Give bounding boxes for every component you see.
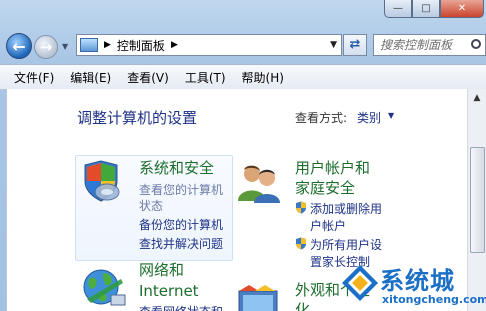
search-icon[interactable] — [471, 39, 481, 49]
page-title: 调整计算机的设置 — [77, 109, 198, 127]
uac-shield-icon — [296, 237, 306, 250]
view-by-dropdown[interactable]: 类别 — [357, 109, 381, 126]
category-appearance-line2[interactable]: 化 — [295, 301, 310, 311]
menu-bar: 文件(F) 编辑(E) 查看(V) 工具(T) 帮助(H) — [0, 64, 486, 90]
caption-buttons: — □ ✕ — [384, 0, 484, 18]
link-view-computer-status-cont[interactable]: 状态 — [139, 197, 163, 214]
control-panel-window: — □ ✕ ← → ▼ ▶ 控制面板 ▶ ▼ ⇄ 文件(F) 编辑(E) 查看(… — [0, 0, 486, 311]
scroll-up-icon[interactable]: ▲ — [470, 91, 484, 105]
watermark-title: 系统城 — [380, 267, 455, 295]
control-panel-icon — [80, 38, 98, 52]
category-network-line2[interactable]: Internet — [139, 282, 199, 301]
breadcrumb-chevron-icon[interactable]: ▶ — [171, 40, 178, 50]
menu-help[interactable]: 帮助(H) — [234, 69, 292, 86]
security-shield-icon[interactable] — [81, 159, 121, 203]
category-system-security[interactable]: 系统和安全 — [139, 159, 214, 178]
watermark-url: xitongcheng.com — [382, 293, 486, 306]
watermark-logo-icon — [342, 265, 378, 301]
menu-tools[interactable]: 工具(T) — [177, 69, 234, 86]
minimize-button[interactable]: — — [384, 0, 412, 18]
link-view-computer-status[interactable]: 查看您的计算机 — [139, 181, 223, 198]
link-add-remove-accounts-cont[interactable]: 户帐户 — [310, 217, 346, 234]
maximize-button[interactable]: □ — [412, 0, 440, 18]
navigation-bar: ← → ▼ ▶ 控制面板 ▶ ▼ ⇄ — [0, 30, 486, 62]
breadcrumb-control-panel[interactable]: 控制面板 — [117, 37, 165, 54]
link-troubleshoot[interactable]: 查找并解决问题 — [139, 235, 223, 252]
menu-edit[interactable]: 编辑(E) — [62, 69, 119, 86]
forward-button[interactable]: → — [34, 35, 58, 59]
link-view-network-status[interactable]: 查看网络状态和 — [139, 303, 223, 311]
view-by-chevron-icon[interactable]: ▼ — [388, 111, 394, 120]
link-parental-controls[interactable]: 为所有用户设 — [310, 236, 382, 253]
address-dropdown-icon[interactable]: ▼ — [330, 40, 337, 50]
address-bar[interactable]: ▶ 控制面板 ▶ ▼ — [76, 34, 342, 56]
link-add-remove-accounts[interactable]: 添加或删除用 — [310, 200, 382, 217]
history-dropdown-icon[interactable]: ▼ — [62, 42, 68, 51]
view-by-label: 查看方式: — [295, 111, 348, 125]
breadcrumb-separator-icon[interactable]: ▶ — [104, 40, 111, 50]
category-user-accounts-line2[interactable]: 家庭安全 — [295, 179, 355, 198]
menu-view[interactable]: 查看(V) — [119, 69, 177, 86]
search-box[interactable] — [373, 34, 486, 56]
category-user-accounts[interactable]: 用户帐户和 — [295, 159, 370, 178]
scroll-thumb[interactable] — [470, 147, 485, 253]
category-network[interactable]: 网络和 — [139, 261, 184, 280]
uac-shield-icon — [296, 201, 306, 214]
refresh-button[interactable]: ⇄ — [343, 34, 367, 56]
menu-file[interactable]: 文件(F) — [0, 69, 62, 86]
link-backup-computer[interactable]: 备份您的计算机 — [139, 216, 223, 233]
close-button[interactable]: ✕ — [440, 0, 484, 18]
search-input[interactable] — [380, 36, 464, 54]
appearance-icon[interactable] — [235, 285, 281, 311]
back-button[interactable]: ← — [6, 33, 32, 59]
network-globe-icon[interactable] — [81, 265, 127, 309]
users-icon[interactable] — [235, 161, 283, 203]
watermark: 系统城 xitongcheng.com — [340, 261, 486, 309]
